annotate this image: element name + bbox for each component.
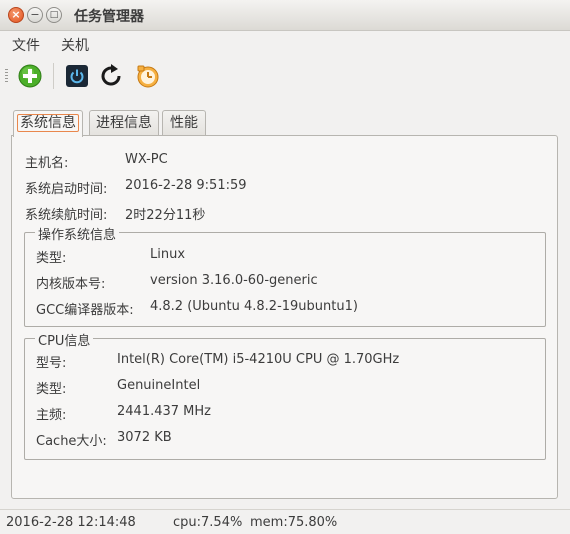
close-button[interactable]: ×	[8, 7, 24, 23]
maximize-button[interactable]: □	[46, 7, 62, 23]
host-value: WX-PC	[125, 152, 168, 167]
os-info-title: 操作系统信息	[35, 224, 120, 243]
toolbar	[0, 57, 570, 95]
status-cpu-usage: cpu:7.54%	[173, 515, 243, 530]
os-type-value: Linux	[150, 247, 186, 262]
cpu-vendor-value: GenuineIntel	[117, 378, 201, 393]
status-bar: 2016-2-28 12:14:48 cpu:7.54% mem:75.80%	[0, 509, 570, 534]
cpu-info-group: CPU信息 型号: Intel(R) Core(TM) i5-4210U CPU…	[24, 330, 546, 460]
toolbar-separator	[53, 63, 54, 89]
kernel-version-label: 内核版本号:	[36, 277, 106, 292]
cpu-model-value: Intel(R) Core(TM) i5-4210U CPU @ 1.70GHz	[117, 352, 400, 367]
gcc-version-value: 4.8.2 (Ubuntu 4.8.2-19ubuntu1)	[150, 299, 358, 314]
title-bar: × − □ 任务管理器	[0, 0, 570, 31]
uptime-label: 系统续航时间:	[25, 208, 108, 223]
gcc-version-label: GCC编译器版本:	[36, 303, 134, 318]
uptime-value: 2时22分11秒	[125, 208, 206, 223]
cache-size-value: 3072 KB	[117, 430, 172, 445]
os-info-group: 操作系统信息 类型: Linux 内核版本号: version 3.16.0-6…	[24, 224, 546, 327]
tab-system-info-label: 系统信息	[17, 114, 79, 132]
cache-size-label: Cache大小:	[36, 434, 107, 449]
boot-time-value: 2016-2-28 9:51:59	[125, 178, 247, 193]
window-title: 任务管理器	[74, 9, 144, 25]
tab-process-info-label: 进程信息	[96, 115, 152, 131]
kernel-version-value: version 3.16.0-60-generic	[150, 273, 318, 288]
boot-time-label: 系统启动时间:	[25, 182, 108, 197]
menu-bar: 文件 关机	[0, 31, 570, 55]
menu-file[interactable]: 文件	[12, 35, 40, 55]
menu-shutdown[interactable]: 关机	[61, 35, 89, 55]
tab-performance-label: 性能	[170, 115, 198, 131]
cpu-frequency-value: 2441.437 MHz	[117, 404, 211, 419]
shutdown-timer-icon[interactable]	[135, 63, 161, 89]
add-icon[interactable]	[17, 63, 43, 89]
tab-process-info[interactable]: 进程信息	[89, 110, 159, 136]
refresh-icon[interactable]	[98, 63, 124, 89]
status-time: 2016-2-28 12:14:48	[6, 515, 136, 530]
host-label: 主机名:	[25, 156, 69, 171]
system-info-panel: 主机名: WX-PC 系统启动时间: 2016-2-28 9:51:59 系统续…	[11, 135, 558, 499]
status-mem-usage: mem:75.80%	[250, 515, 338, 530]
cpu-model-label: 型号:	[36, 356, 67, 371]
tab-performance[interactable]: 性能	[162, 110, 206, 136]
cpu-frequency-label: 主频:	[36, 408, 67, 423]
minimize-button[interactable]: −	[27, 7, 43, 23]
cpu-vendor-label: 类型:	[36, 382, 67, 397]
toolbar-grip-icon[interactable]	[5, 69, 8, 83]
os-type-label: 类型:	[36, 251, 67, 266]
cpu-info-title: CPU信息	[35, 330, 94, 349]
tab-system-info[interactable]: 系统信息	[13, 110, 83, 137]
power-icon[interactable]	[64, 63, 90, 89]
